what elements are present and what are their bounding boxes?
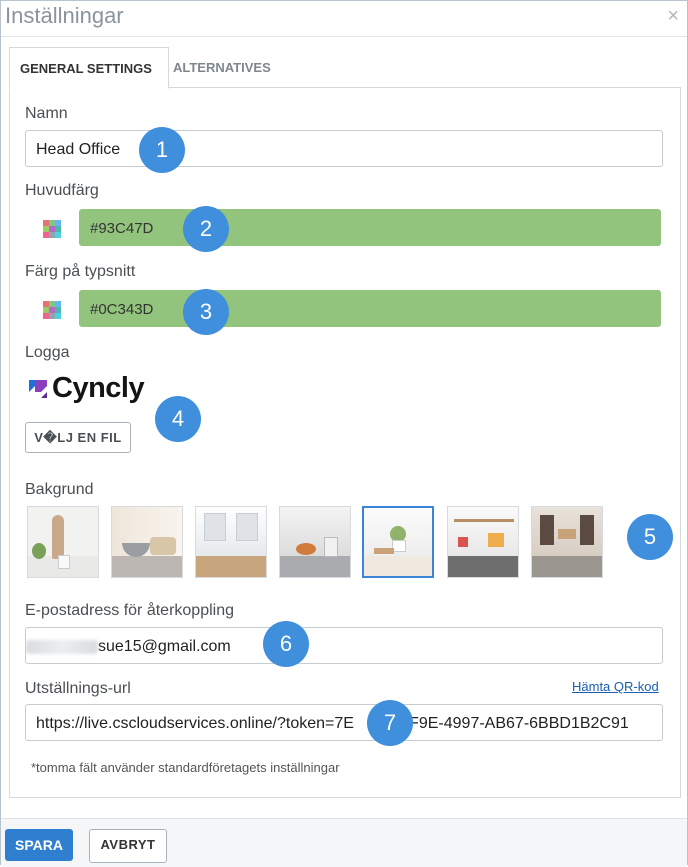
get-qr-code-link[interactable]: Hämta QR-kod [572,679,659,694]
feedback-email-label: E-postadress för återkoppling [25,602,234,619]
background-thumbnail[interactable] [531,506,603,578]
choose-file-button[interactable]: V�LJ EN FIL [25,422,131,453]
feedback-email-input[interactable]: sue15@gmail.com [25,627,663,664]
redacted-text [26,639,98,654]
background-label: Bakgrund [25,481,94,498]
cancel-button[interactable]: AVBRYT [89,829,167,863]
name-input[interactable]: Head Office [25,130,663,167]
cyncly-logo: Cyncly [27,372,147,404]
callout-badge-4: 4 [155,396,201,442]
background-thumbnail[interactable] [27,506,99,578]
showroom-url-input[interactable]: https://live.cscloudservices.online/?tok… [25,704,663,741]
tab-alternatives[interactable]: ALTERNATIVES [163,47,293,87]
main-color-label: Huvudfärg [25,182,99,199]
feedback-email-value: sue15@gmail.com [98,638,231,655]
callout-badge-7: 7 [367,700,413,746]
cyncly-logo-icon [27,378,49,400]
close-icon[interactable]: × [667,5,679,28]
background-thumbnail[interactable] [195,506,267,578]
defaults-note: *tomma fält använder standardföretagets … [31,760,340,775]
dialog-title: Inställningar [5,3,124,28]
showroom-url-value: https://live.cscloudservices.online/?tok… [36,715,354,732]
background-thumbnail[interactable] [447,506,519,578]
callout-badge-2: 2 [183,206,229,252]
background-thumbnail[interactable] [111,506,183,578]
callout-badge-1: 1 [139,127,185,173]
callout-badge-6: 6 [263,621,309,667]
tab-general-settings[interactable]: GENERAL SETTINGS [9,47,169,89]
logo-label: Logga [25,344,70,361]
logo-wordmark: Cyncly [52,372,145,404]
background-thumbnail-selected[interactable] [362,506,434,578]
color-palette-icon[interactable] [43,220,61,238]
callout-badge-3: 3 [183,289,229,335]
callout-badge-5: 5 [627,514,673,560]
settings-dialog: Inställningar × GENERAL SETTINGS ALTERNA… [0,0,688,867]
color-palette-icon[interactable] [43,301,61,319]
name-label: Namn [25,105,68,122]
title-divider [1,36,687,37]
save-button[interactable]: SPARA [5,829,73,861]
showroom-url-value-tail: 3-8F9E-4997-AB67-6BBD1B2C91 [385,715,629,732]
main-color-input[interactable]: #93C47D [79,209,661,246]
background-thumbnail[interactable] [279,506,351,578]
font-color-label: Färg på typsnitt [25,263,136,280]
showroom-url-label: Utställnings-url [25,680,131,697]
font-color-input[interactable]: #0C343D [79,290,661,327]
